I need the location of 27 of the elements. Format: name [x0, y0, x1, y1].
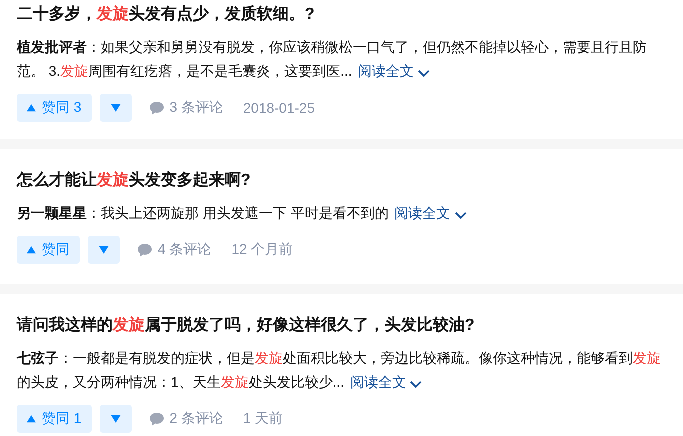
post-time: 1 天前: [243, 410, 284, 428]
question-title[interactable]: 请问我这样的发旋属于脱发了吗，好像这样很久了，头发比较油?: [17, 314, 666, 338]
downvote-button[interactable]: [88, 236, 120, 264]
chevron-down-icon: [410, 381, 422, 389]
question-title[interactable]: 怎么才能让发旋头发变多起来啊?: [17, 169, 666, 193]
question-title[interactable]: 二十多岁，发旋头发有点少，发质软细。?: [17, 3, 666, 27]
read-more-link[interactable]: 阅读全文: [358, 63, 430, 79]
triangle-up-icon: [27, 104, 36, 112]
triangle-up-icon: [27, 246, 36, 254]
speech-bubble-icon: [150, 102, 164, 114]
chevron-down-icon: [418, 70, 430, 78]
downvote-button[interactable]: [100, 94, 132, 122]
triangle-down-icon: [99, 246, 109, 254]
post-time: 12 个月前: [232, 241, 294, 259]
answer-excerpt: 植发批评者：如果父亲和舅舅没有脱发，你应该稍微松一口气了，但仍然不能掉以轻心，需要且行且防范。 3.发旋周围有红疙瘩，是不是毛囊炎，这要到医... 阅读全文: [17, 38, 648, 81]
speech-bubble-icon: [138, 244, 152, 256]
answer-excerpt: 七弦子：一般都是有脱发的症状，但是发旋处面积比较大，旁边比较稀疏。像你这种情况，能够看到发旋 的头皮，又分两种情况：1、天生发旋处头发比较少... 阅读全文: [17, 349, 662, 392]
triangle-down-icon: [110, 104, 121, 112]
downvote-button[interactable]: [100, 405, 132, 433]
speech-bubble-icon: [150, 412, 164, 426]
answer-excerpt: 另一颗星星：我头上还两旋那 用头发遮一下 平时是看不到的 阅读全文: [17, 201, 666, 225]
triangle-down-icon: [110, 415, 121, 423]
triangle-up-icon: [27, 415, 36, 423]
read-more-link[interactable]: 阅读全文: [394, 205, 467, 221]
read-more-link[interactable]: 阅读全文: [350, 374, 422, 390]
chevron-down-icon: [454, 212, 467, 220]
post-time: 2018-01-25: [243, 100, 315, 116]
